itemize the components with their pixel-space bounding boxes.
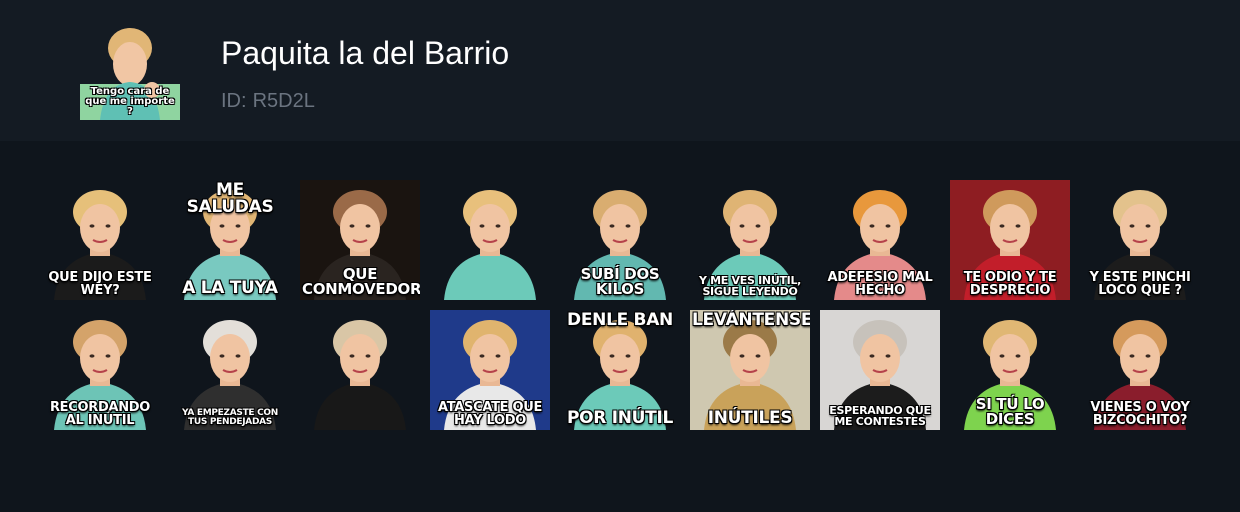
sticker-caption-top: Levántense [692, 310, 810, 330]
sticker-11[interactable]: Ya empezaste con tus pendejadas [170, 310, 290, 430]
pack-id: ID: R5D2L [221, 88, 315, 114]
sticker-art [430, 180, 550, 300]
sticker-13[interactable]: Atascate que hay lodo [430, 310, 550, 430]
sticker-caption-bottom: Atascate que hay lodo [437, 400, 543, 428]
sticker-caption-top: Denle ban [567, 310, 673, 330]
sticker-art [300, 310, 420, 430]
sticker-10[interactable]: Recordando al inútil [40, 310, 160, 430]
sticker-caption-bottom: A la tuya [182, 278, 278, 298]
pack-id-value: R5D2L [252, 90, 315, 112]
sticker-6[interactable]: Y me ves inútil, sigue leyendo [690, 180, 810, 300]
sticker-caption-bottom: Subí dos kilos [580, 265, 660, 298]
sticker-5[interactable]: Subí dos kilos [560, 180, 680, 300]
sticker-caption-bottom: Recordando al inútil [49, 400, 151, 428]
sticker-caption-bottom: Si tú lo dices [975, 395, 1045, 428]
sticker-15[interactable]: Levántense Inútiles [690, 310, 810, 430]
sticker-2[interactable]: Me saludas A la tuya [170, 180, 290, 300]
sticker-caption-bottom: Y este pinchi loco que ? [1089, 270, 1191, 298]
sticker-caption-bottom: Adefesio mal hecho [827, 270, 933, 298]
sticker-caption-bottom: Esperando que me contestes [829, 404, 931, 428]
sticker-18[interactable]: Vienes o voy bizcochito? [1080, 310, 1200, 430]
sticker-caption-bottom: Te odio y te desprecio [963, 270, 1057, 298]
sticker-caption-bottom: Inútiles [707, 408, 793, 428]
sticker-caption-bottom: Vienes o voy bizcochito? [1090, 400, 1190, 428]
sticker-12[interactable] [300, 310, 420, 430]
sticker-4[interactable] [430, 180, 550, 300]
sticker-9[interactable]: Y este pinchi loco que ? [1080, 180, 1200, 300]
pack-thumbnail[interactable]: Tengo cara de que me importe ? [80, 20, 180, 120]
sticker-7[interactable]: Adefesio mal hecho [820, 180, 940, 300]
sticker-caption-top: Me saludas [186, 180, 274, 217]
sticker-caption-bottom: Que dijo este wey? [48, 270, 152, 298]
sticker-17[interactable]: Si tú lo dices [950, 310, 1070, 430]
sticker-caption-bottom: Que conmovedor [302, 265, 420, 298]
sticker-16[interactable]: Esperando que me contestes [820, 310, 940, 430]
sticker-caption-bottom: Ya empezaste con tus pendejadas [182, 408, 278, 427]
pack-title: Paquita la del Barrio [221, 35, 510, 71]
pack-id-label: ID: [221, 90, 247, 112]
sticker-caption-bottom: Y me ves inútil, sigue leyendo [698, 274, 802, 298]
sticker-caption-bottom: Por inútil [566, 408, 674, 428]
pack-thumbnail-caption: Tengo cara de que me importe ? [85, 86, 175, 117]
sticker-8[interactable]: Te odio y te desprecio [950, 180, 1070, 300]
sticker-3[interactable]: Que conmovedor [300, 180, 420, 300]
pack-header: Tengo cara de que me importe ? Paquita l… [0, 0, 1240, 141]
sticker-1[interactable]: Que dijo este wey? [40, 180, 160, 300]
sticker-14[interactable]: Denle ban Por inútil [560, 310, 680, 430]
